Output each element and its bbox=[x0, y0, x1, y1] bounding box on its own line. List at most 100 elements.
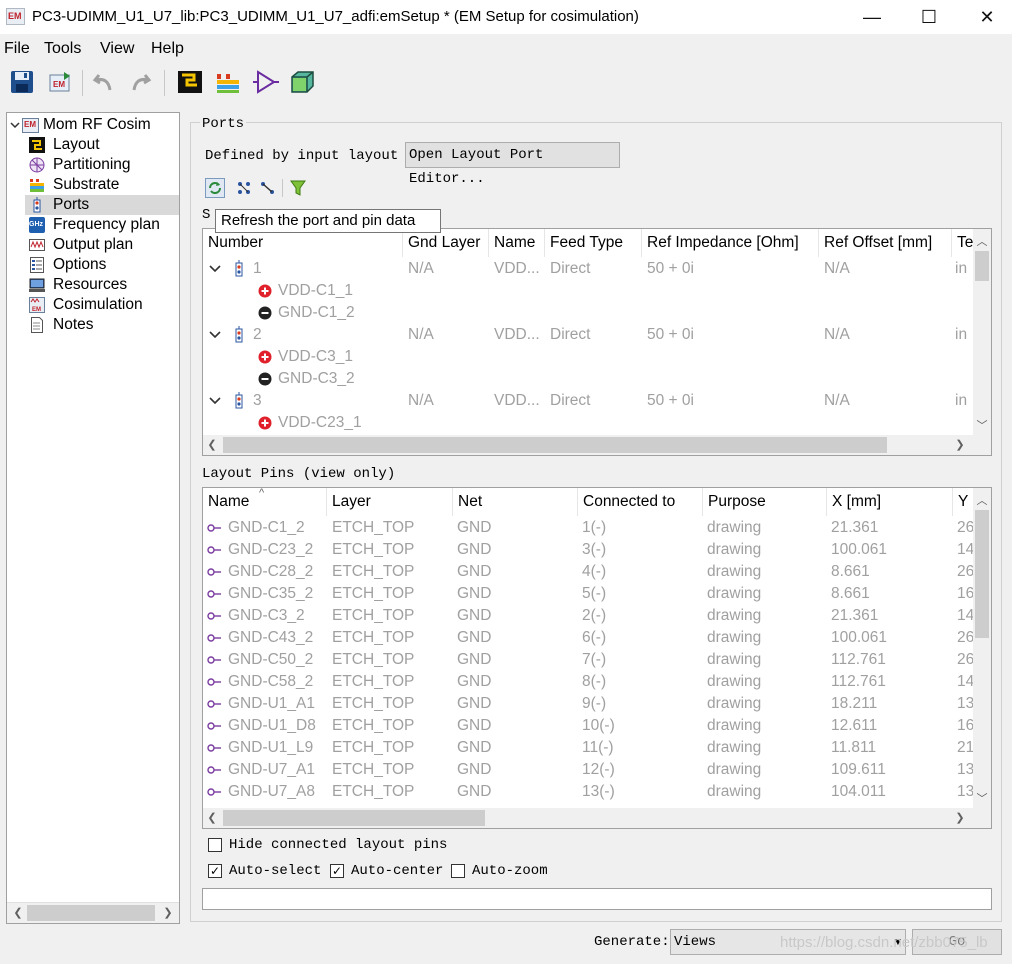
tree-root-mom-rf-cosim[interactable]: EM Mom RF Cosim bbox=[7, 115, 179, 135]
tree-item-ports[interactable]: Ports bbox=[25, 195, 179, 215]
table-row[interactable]: GND-U7_A8 ETCH_TOP GND 13(-) drawing 104.011 1… bbox=[203, 781, 975, 803]
column-header-x-mm[interactable]: X [mm] bbox=[827, 488, 953, 516]
chevron-down-icon[interactable] bbox=[10, 120, 20, 130]
tree-horizontal-scrollbar[interactable]: ❮ ❯ bbox=[7, 902, 179, 923]
redo-icon[interactable] bbox=[126, 68, 154, 96]
table-row[interactable]: GND-C28_2 ETCH_TOP GND 4(-) drawing 8.661 26 bbox=[203, 561, 975, 583]
chevron-down-icon[interactable] bbox=[209, 330, 221, 340]
port-pin-row[interactable]: VDD-C23_1 bbox=[203, 412, 975, 434]
open-layout-port-editor-button[interactable]: Open Layout Port Editor... bbox=[405, 142, 620, 187]
scroll-up-icon[interactable]: ︿ bbox=[973, 492, 991, 508]
port-row[interactable]: 3 N/A VDD... Direct 50 + 0i N/A in bbox=[203, 390, 975, 412]
scroll-down-icon[interactable]: ﹀ bbox=[973, 417, 991, 433]
tree-item-options[interactable]: Options bbox=[25, 255, 179, 275]
checkbox-box[interactable]: ✓ bbox=[208, 864, 222, 878]
scrollbar-thumb[interactable] bbox=[27, 905, 155, 921]
em-app-icon[interactable]: EM bbox=[6, 8, 25, 25]
column-header-ref-impedance[interactable]: Ref Impedance [Ohm] bbox=[642, 229, 819, 257]
checkbox-box[interactable] bbox=[208, 838, 222, 852]
port-pin-row[interactable]: GND-C3_2 bbox=[203, 368, 975, 390]
ports-vertical-scrollbar[interactable]: ︿ ﹀ bbox=[973, 229, 991, 435]
column-header-gnd-layer[interactable]: Gnd Layer bbox=[403, 229, 489, 257]
column-header-y[interactable]: Y bbox=[953, 488, 975, 516]
table-row[interactable]: GND-C23_2 ETCH_TOP GND 3(-) drawing 100.061 14 bbox=[203, 539, 975, 561]
em-export-icon[interactable]: EM bbox=[46, 68, 74, 96]
minimize-icon[interactable]: — bbox=[843, 0, 901, 34]
scroll-left-icon[interactable]: ❮ bbox=[203, 438, 221, 451]
table-row[interactable]: GND-U1_A1 ETCH_TOP GND 9(-) drawing 18.211 13 bbox=[203, 693, 975, 715]
table-row[interactable]: GND-C1_2 ETCH_TOP GND 1(-) drawing 21.361 26 bbox=[203, 517, 975, 539]
scroll-right-icon[interactable]: ❯ bbox=[159, 906, 177, 919]
column-header-ref-offset[interactable]: Ref Offset [mm] bbox=[819, 229, 952, 257]
scrollbar-thumb[interactable] bbox=[223, 437, 887, 453]
scrollbar-thumb[interactable] bbox=[975, 251, 989, 281]
remove-pin-icon[interactable] bbox=[258, 178, 278, 198]
3d-view-icon[interactable] bbox=[288, 68, 316, 96]
table-row[interactable]: GND-U7_A1 ETCH_TOP GND 12(-) drawing 109.611 1… bbox=[203, 759, 975, 781]
scroll-right-icon[interactable]: ❯ bbox=[951, 438, 969, 451]
ports-table[interactable]: Number Gnd Layer Name Feed Type Ref Impe… bbox=[202, 228, 992, 456]
refresh-tooltip: Refresh the port and pin data bbox=[215, 209, 441, 233]
column-header-purpose[interactable]: Purpose bbox=[703, 488, 827, 516]
table-row[interactable]: GND-C58_2 ETCH_TOP GND 8(-) drawing 112.761 14 bbox=[203, 671, 975, 693]
amplifier-icon[interactable] bbox=[252, 68, 280, 96]
close-icon[interactable]: ✕ bbox=[958, 0, 1012, 34]
setup-tree[interactable]: EM Mom RF Cosim Layout Partitioning Subs… bbox=[6, 112, 180, 924]
table-row[interactable]: GND-U1_D8 ETCH_TOP GND 10(-) drawing 12.611 16 bbox=[203, 715, 975, 737]
layout-pins-table[interactable]: Name ^ Layer Net Connected to Purpose X … bbox=[202, 487, 992, 829]
table-row[interactable]: GND-C35_2 ETCH_TOP GND 5(-) drawing 8.661 16 bbox=[203, 583, 975, 605]
column-header-number[interactable]: Number bbox=[203, 229, 403, 257]
tree-item-output-plan[interactable]: Output plan bbox=[25, 235, 179, 255]
port-pin-row[interactable]: VDD-C1_1 bbox=[203, 280, 975, 302]
tree-item-layout[interactable]: Layout bbox=[25, 135, 179, 155]
table-row[interactable]: GND-C50_2 ETCH_TOP GND 7(-) drawing 112.761 26 bbox=[203, 649, 975, 671]
scroll-right-icon[interactable]: ❯ bbox=[951, 811, 969, 824]
maximize-icon[interactable]: ☐ bbox=[900, 0, 958, 34]
menu-tools[interactable]: Tools bbox=[44, 40, 81, 58]
table-row[interactable]: GND-C3_2 ETCH_TOP GND 2(-) drawing 21.361 14 bbox=[203, 605, 975, 627]
scroll-left-icon[interactable]: ❮ bbox=[9, 906, 27, 919]
undo-icon[interactable] bbox=[90, 68, 118, 96]
port-row[interactable]: 1 N/A VDD... Direct 50 + 0i N/A in bbox=[203, 258, 975, 280]
checkbox-box[interactable]: ✓ bbox=[330, 864, 344, 878]
substrate-icon[interactable] bbox=[214, 68, 242, 96]
menu-file[interactable]: File bbox=[4, 40, 30, 58]
pin-name: GND-U7_A8 bbox=[228, 783, 315, 800]
port-pin-row[interactable]: VDD-C3_1 bbox=[203, 346, 975, 368]
column-header-name[interactable]: Name bbox=[489, 229, 545, 257]
scroll-up-icon[interactable]: ︿ bbox=[973, 233, 991, 249]
pins-vertical-scrollbar[interactable]: ︿ ﹀ bbox=[973, 488, 991, 808]
chevron-down-icon[interactable] bbox=[209, 396, 221, 406]
column-header-layer[interactable]: Layer bbox=[327, 488, 453, 516]
scrollbar-thumb[interactable] bbox=[223, 810, 485, 826]
tree-item-frequency-plan[interactable]: GHz Frequency plan bbox=[25, 215, 179, 235]
menu-help[interactable]: Help bbox=[151, 40, 184, 58]
filter-icon[interactable] bbox=[288, 178, 308, 198]
status-text-field[interactable] bbox=[202, 888, 992, 910]
scroll-down-icon[interactable]: ﹀ bbox=[973, 790, 991, 806]
add-pin-icon[interactable] bbox=[235, 178, 255, 198]
table-row[interactable]: GND-U1_L9 ETCH_TOP GND 11(-) drawing 11.811 21 bbox=[203, 737, 975, 759]
tree-item-cosimulation[interactable]: EM Cosimulation bbox=[25, 295, 179, 315]
tree-item-resources[interactable]: Resources bbox=[25, 275, 179, 295]
tree-item-substrate[interactable]: Substrate bbox=[25, 175, 179, 195]
menu-view[interactable]: View bbox=[100, 40, 134, 58]
port-row[interactable]: 2 N/A VDD... Direct 50 + 0i N/A in bbox=[203, 324, 975, 346]
refresh-icon[interactable] bbox=[205, 178, 225, 198]
column-header-net[interactable]: Net bbox=[453, 488, 578, 516]
checkbox-box[interactable] bbox=[451, 864, 465, 878]
port-pin-row[interactable]: GND-C1_2 bbox=[203, 302, 975, 324]
save-icon[interactable] bbox=[8, 68, 36, 96]
column-header-feed-type[interactable]: Feed Type bbox=[545, 229, 642, 257]
column-header-connected-to[interactable]: Connected to bbox=[578, 488, 703, 516]
column-header-name[interactable]: Name ^ bbox=[203, 488, 327, 516]
chevron-down-icon[interactable] bbox=[209, 264, 221, 274]
scroll-left-icon[interactable]: ❮ bbox=[203, 811, 221, 824]
ports-horizontal-scrollbar[interactable]: ❮ ❯ bbox=[203, 435, 991, 455]
layout-icon[interactable] bbox=[176, 68, 204, 96]
tree-item-notes[interactable]: Notes bbox=[25, 315, 179, 335]
scrollbar-thumb[interactable] bbox=[975, 510, 989, 638]
pins-horizontal-scrollbar[interactable]: ❮ ❯ bbox=[203, 808, 991, 828]
table-row[interactable]: GND-C43_2 ETCH_TOP GND 6(-) drawing 100.061 26 bbox=[203, 627, 975, 649]
tree-item-partitioning[interactable]: Partitioning bbox=[25, 155, 179, 175]
